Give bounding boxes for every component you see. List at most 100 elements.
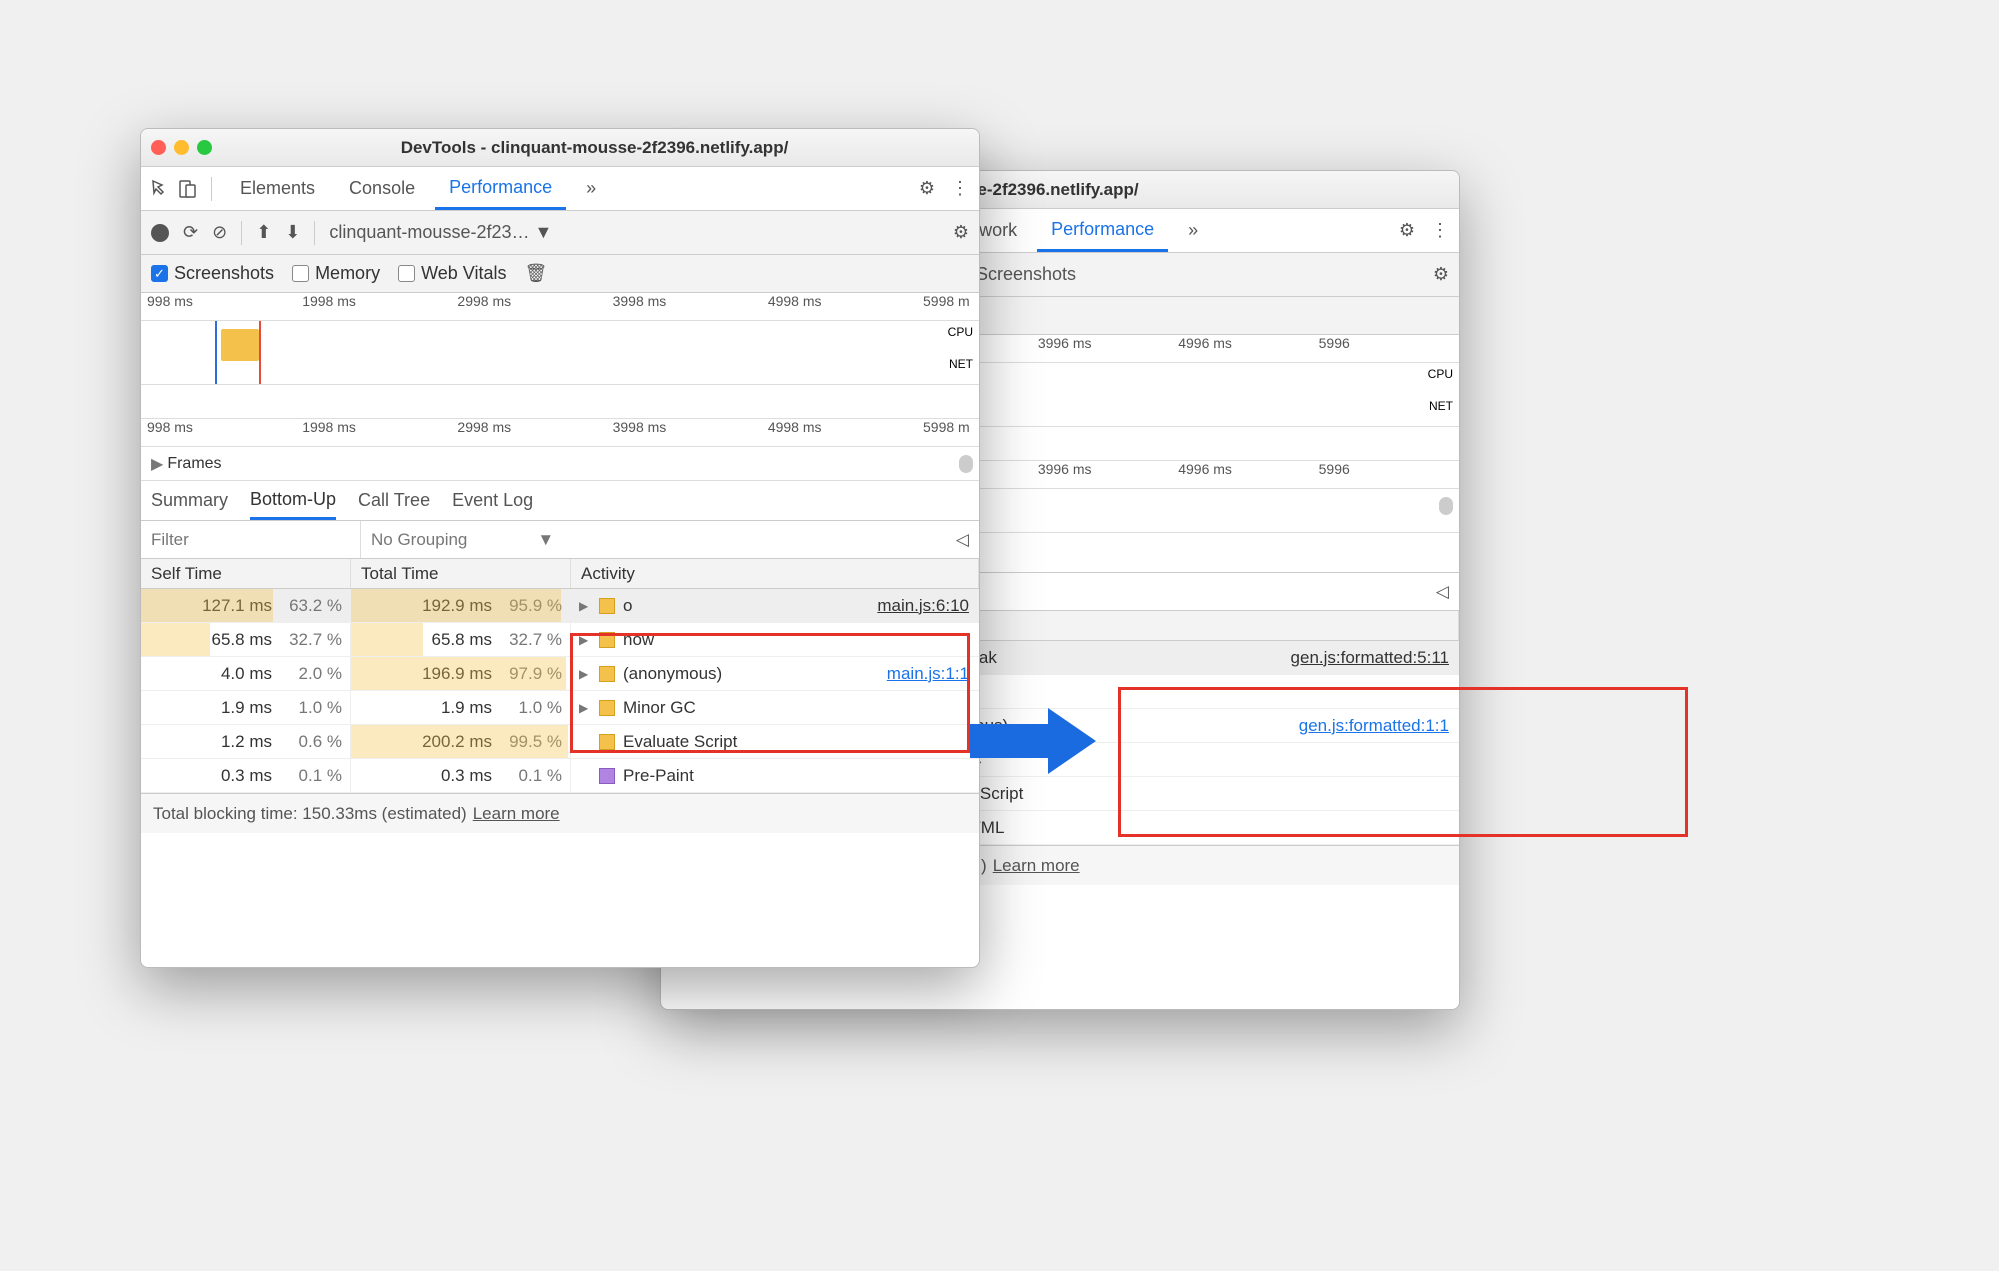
collapse-icon[interactable]: ◁: [956, 530, 979, 550]
table-row[interactable]: 1.9 ms1.0 % 1.9 ms1.0 % ▶ Minor GC: [141, 691, 979, 725]
activity-name: o: [623, 596, 632, 616]
expand-icon[interactable]: ▶: [579, 633, 591, 647]
download-icon[interactable]: ⬇: [285, 222, 300, 243]
flame-block: [221, 329, 259, 361]
activity-name: now: [623, 630, 654, 650]
devtools-window-front: DevTools - clinquant-mousse-2f2396.netli…: [140, 128, 980, 968]
frames-row[interactable]: ▶Frames: [141, 447, 979, 481]
table-row[interactable]: 4.0 ms2.0 % 196.9 ms97.9 % ▶ (anonymous)…: [141, 657, 979, 691]
activity-color-icon: [599, 632, 615, 648]
expand-icon[interactable]: ▶: [579, 667, 591, 681]
table-row[interactable]: 127.1 ms63.2 % 192.9 ms95.9 % ▶ o main.j…: [141, 589, 979, 623]
source-link[interactable]: main.js:1:1: [887, 664, 979, 684]
collapse-icon[interactable]: ◁: [1436, 582, 1459, 602]
minimize-icon[interactable]: [174, 140, 189, 155]
timeline-ruler-bottom: 998 ms 1998 ms 2998 ms 3998 ms 4998 ms 5…: [141, 419, 979, 447]
gear-icon[interactable]: ⚙: [953, 222, 969, 243]
col-activity[interactable]: Activity: [571, 559, 979, 588]
col-self-time[interactable]: Self Time: [141, 559, 351, 588]
tab-performance[interactable]: Performance: [435, 167, 566, 210]
total-time-cell: 0.3 ms0.1 %: [351, 759, 571, 792]
subtab-eventlog[interactable]: Event Log: [452, 481, 533, 520]
learn-more-link[interactable]: Learn more: [993, 856, 1080, 876]
record-button[interactable]: [151, 224, 169, 242]
subtab-bottomup[interactable]: Bottom-Up: [250, 481, 336, 520]
cpu-label: CPU: [948, 325, 973, 339]
activity-cell: ▶ now: [571, 630, 979, 650]
clear-icon[interactable]: ⊘: [212, 222, 227, 243]
gear-icon[interactable]: ⚙: [1433, 264, 1449, 285]
close-icon[interactable]: [151, 140, 166, 155]
timeline-ruler-top: 998 ms 1998 ms 2998 ms 3998 ms 4998 ms 5…: [141, 293, 979, 321]
net-label: NET: [1429, 399, 1453, 413]
scrollbar-thumb[interactable]: [1439, 497, 1453, 515]
upload-icon[interactable]: ⬆: [256, 222, 271, 243]
activity-color-icon: [599, 734, 615, 750]
expand-icon[interactable]: ▶: [579, 599, 591, 613]
subtab-calltree[interactable]: Call Tree: [358, 481, 430, 520]
activity-table: 127.1 ms63.2 % 192.9 ms95.9 % ▶ o main.j…: [141, 589, 979, 793]
filter-row: Filter No Grouping▼ ◁: [141, 521, 979, 559]
self-time-cell: 0.3 ms0.1 %: [141, 759, 351, 792]
timeline-marker[interactable]: [215, 321, 217, 384]
activity-cell: ▶ Minor GC: [571, 698, 979, 718]
activity-cell: Evaluate Script: [571, 732, 979, 752]
cpu-label: CPU: [1428, 367, 1453, 381]
timeline-marker[interactable]: [259, 321, 261, 384]
trash-icon[interactable]: 🗑: [524, 263, 547, 284]
subtab-summary[interactable]: Summary: [151, 481, 228, 520]
options-row: ✓Screenshots Memory Web Vitals 🗑: [141, 255, 979, 293]
activity-color-icon: [599, 700, 615, 716]
annotation-arrow-icon: [970, 708, 1110, 774]
activity-color-icon: [599, 666, 615, 682]
self-time-cell: 65.8 ms32.7 %: [141, 623, 351, 656]
memory-checkbox[interactable]: Memory: [292, 263, 380, 284]
gear-icon[interactable]: ⚙: [919, 178, 935, 199]
gear-icon[interactable]: ⚙: [1399, 220, 1415, 241]
filter-input[interactable]: Filter: [141, 521, 361, 558]
source-link[interactable]: gen.js:formatted:1:1: [1299, 716, 1459, 736]
screenshots-checkbox[interactable]: ✓Screenshots: [151, 263, 274, 284]
kebab-icon[interactable]: ⋮: [1431, 220, 1449, 241]
total-time-cell: 196.9 ms97.9 %: [351, 657, 571, 690]
self-time-cell: 127.1 ms63.2 %: [141, 589, 351, 622]
activity-cell: Pre-Paint: [571, 766, 979, 786]
activity-name: Minor GC: [623, 698, 696, 718]
total-time-cell: 65.8 ms32.7 %: [351, 623, 571, 656]
tab-console[interactable]: Console: [335, 167, 429, 210]
total-time-cell: 192.9 ms95.9 %: [351, 589, 571, 622]
device-icon[interactable]: [177, 179, 197, 199]
kebab-icon[interactable]: ⋮: [951, 178, 969, 199]
url-dropdown[interactable]: clinquant-mousse-2f23… ▼: [329, 222, 552, 243]
inspect-icon[interactable]: [151, 179, 171, 199]
perf-toolbar: ⟳ ⊘ ⬆ ⬇ clinquant-mousse-2f23… ▼ ⚙: [141, 211, 979, 255]
tab-more[interactable]: »: [1174, 209, 1212, 252]
activity-cell: ▶ (anonymous) main.js:1:1: [571, 664, 979, 684]
tab-elements[interactable]: Elements: [226, 167, 329, 210]
detail-tabs: Summary Bottom-Up Call Tree Event Log: [141, 481, 979, 521]
table-row[interactable]: 1.2 ms0.6 % 200.2 ms99.5 % Evaluate Scri…: [141, 725, 979, 759]
window-title: DevTools - clinquant-mousse-2f2396.netli…: [220, 138, 969, 158]
activity-cell: ▶ o main.js:6:10: [571, 596, 979, 616]
net-label: NET: [949, 357, 973, 371]
activity-name: Evaluate Script: [623, 732, 737, 752]
traffic-lights[interactable]: [151, 140, 212, 155]
source-link[interactable]: gen.js:formatted:5:11: [1291, 648, 1459, 668]
maximize-icon[interactable]: [197, 140, 212, 155]
table-row[interactable]: 0.3 ms0.1 % 0.3 ms0.1 % Pre-Paint: [141, 759, 979, 793]
webvitals-checkbox[interactable]: Web Vitals: [398, 263, 506, 284]
table-row[interactable]: 65.8 ms32.7 % 65.8 ms32.7 % ▶ now: [141, 623, 979, 657]
self-time-cell: 1.9 ms1.0 %: [141, 691, 351, 724]
tabbar: Elements Console Performance » ⚙ ⋮: [141, 167, 979, 211]
source-link[interactable]: main.js:6:10: [877, 596, 979, 616]
expand-icon[interactable]: ▶: [579, 701, 591, 715]
overview[interactable]: CPU NET: [141, 321, 979, 385]
total-time-cell: 200.2 ms99.5 %: [351, 725, 571, 758]
grouping-dropdown[interactable]: No Grouping: [371, 530, 467, 550]
reload-icon[interactable]: ⟳: [183, 222, 198, 243]
tab-performance[interactable]: Performance: [1037, 209, 1168, 252]
learn-more-link[interactable]: Learn more: [473, 804, 560, 824]
col-total-time[interactable]: Total Time: [351, 559, 571, 588]
scrollbar-thumb[interactable]: [959, 455, 973, 473]
tab-more[interactable]: »: [572, 167, 610, 210]
